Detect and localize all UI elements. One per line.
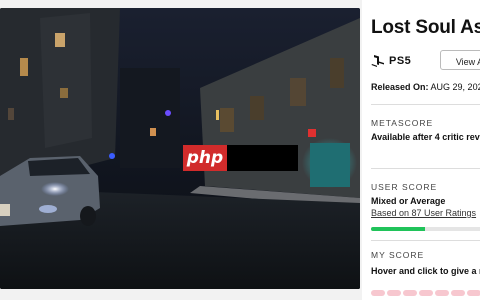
user-score-fill — [371, 227, 425, 231]
night-street-scene — [0, 8, 360, 289]
php-watermark: php — [183, 145, 298, 171]
rating-pill[interactable] — [419, 290, 433, 296]
metascore-status: Available after 4 critic reviews — [371, 132, 480, 142]
divider — [371, 104, 480, 105]
platform-row: PS5 — [371, 50, 411, 72]
my-score-prompt: Hover and click to give a rating — [371, 266, 480, 276]
game-screenshot: php — [0, 8, 360, 289]
release-date: AUG 29, 2025 — [430, 82, 480, 92]
my-score-rating-selector[interactable] — [371, 290, 480, 296]
game-title: Lost Soul Aside — [371, 17, 480, 38]
view-all-platforms-button[interactable]: View All — [440, 50, 480, 70]
platform-label: PS5 — [389, 55, 412, 67]
released-label: Released On: — [371, 82, 429, 92]
divider — [371, 168, 480, 169]
rating-pill[interactable] — [371, 290, 385, 296]
rating-pill[interactable] — [451, 290, 465, 296]
rating-pill[interactable] — [387, 290, 401, 296]
user-score-label: USER SCORE — [371, 182, 438, 192]
user-ratings-link[interactable]: Based on 87 User Ratings — [371, 208, 476, 218]
my-score-label: MY SCORE — [371, 250, 425, 260]
playstation-icon — [371, 55, 384, 67]
php-logo: php — [183, 145, 227, 171]
user-score-verdict: Mixed or Average — [371, 196, 446, 206]
metascore-label: METASCORE — [371, 118, 434, 128]
release-info: Released On: AUG 29, 2025 — [371, 82, 480, 92]
rating-pill[interactable] — [403, 290, 417, 296]
user-score-bar — [371, 227, 480, 231]
rating-pill[interactable] — [467, 290, 480, 296]
game-info-panel: Lost Soul Aside PS5 View All Released On… — [362, 0, 480, 300]
rating-pill[interactable] — [435, 290, 449, 296]
divider — [371, 240, 480, 241]
